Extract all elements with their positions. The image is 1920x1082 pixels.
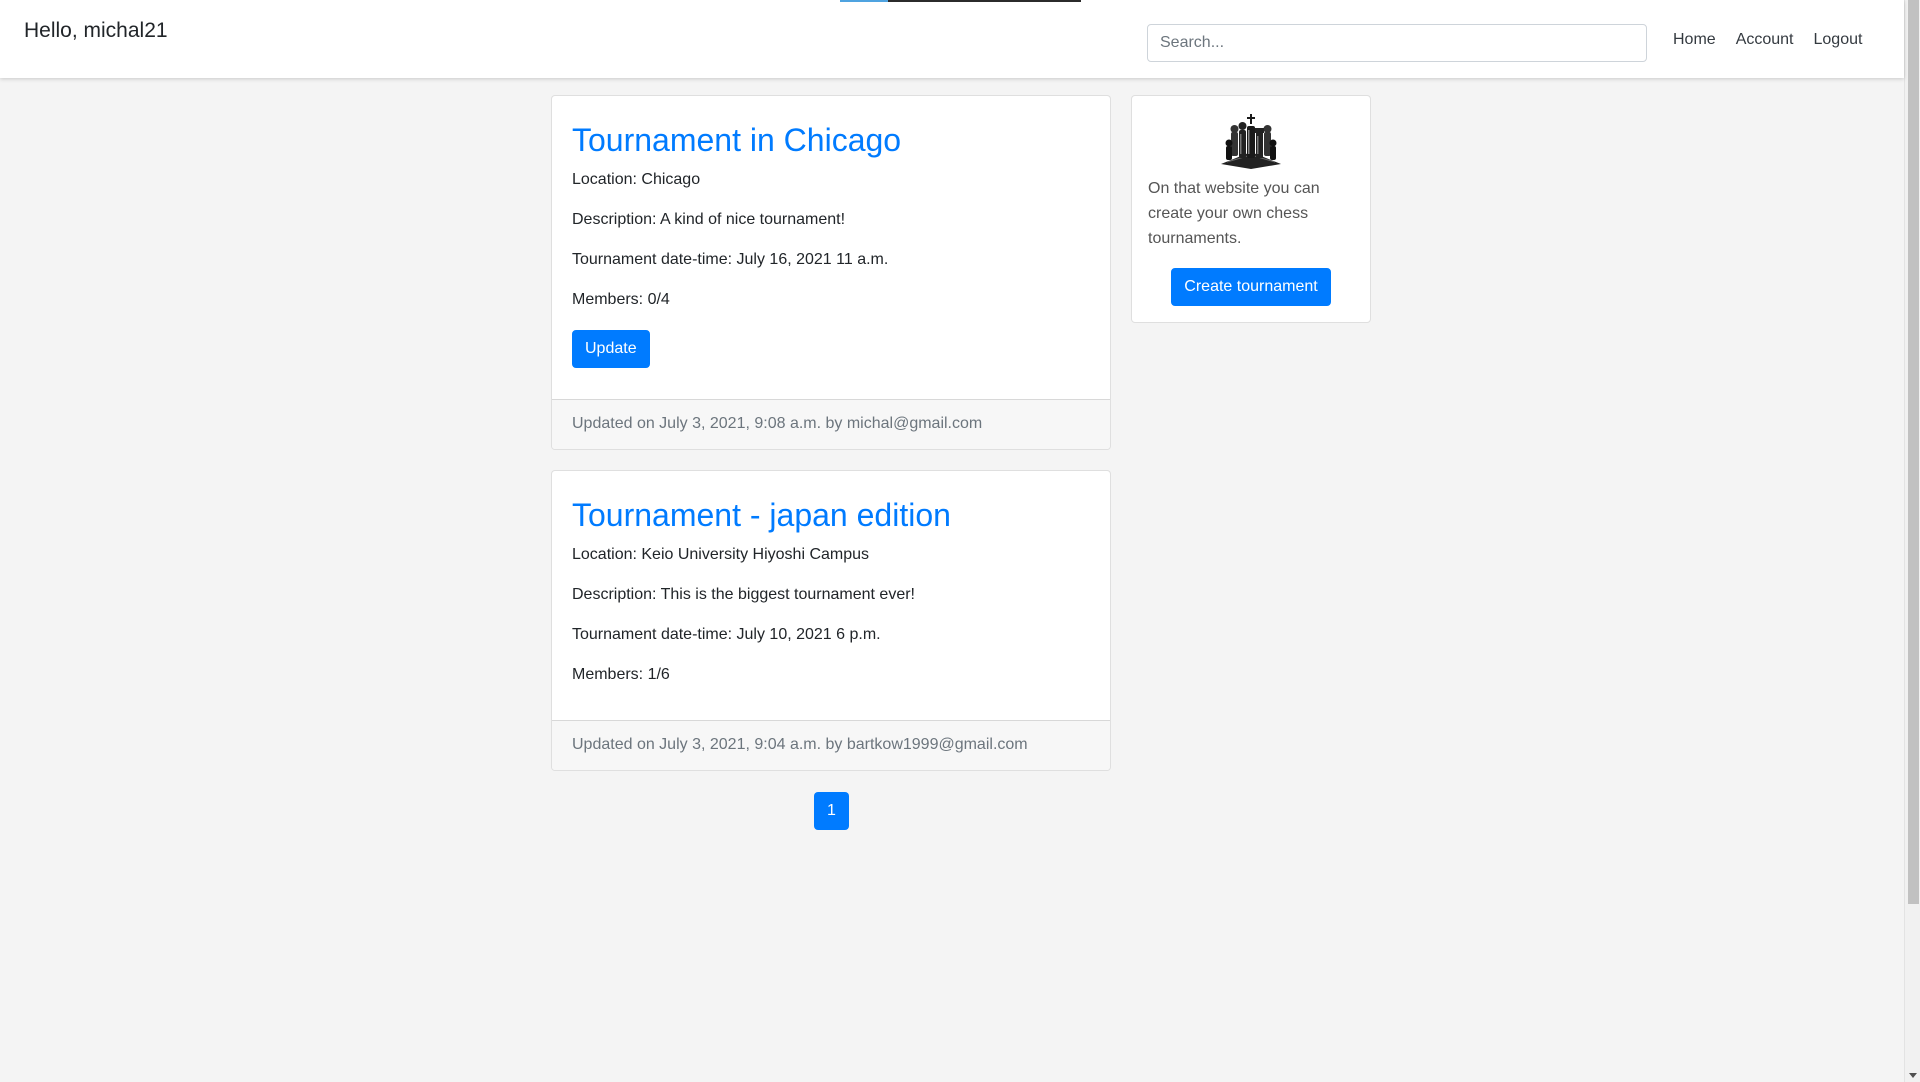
search-input[interactable] — [1147, 24, 1647, 62]
top-navbar: Hello, michal21 Home Account Logout — [0, 0, 1904, 78]
tournament-description: Description: This is the biggest tournam… — [572, 586, 915, 603]
sidebar-description: On that website you can create your own … — [1148, 180, 1320, 247]
create-tournament-button[interactable]: Create tournament — [1171, 268, 1331, 306]
tournament-card: Tournament in Chicago Location: Chicago … — [551, 95, 1111, 450]
tournament-card: Tournament - japan edition Location: Kei… — [551, 470, 1111, 771]
scrollbar-thumb[interactable] — [1908, 0, 1919, 904]
greeting-text: Hello, michal21 — [24, 19, 168, 42]
card-footer-updated: Updated on July 3, 2021, 9:08 a.m. by mi… — [552, 399, 1110, 449]
update-button[interactable]: Update — [572, 330, 650, 368]
tournament-members: Members: 1/6 — [572, 666, 670, 683]
tournament-title-link[interactable]: Tournament - japan edition — [572, 497, 1090, 533]
chess-pieces-icon — [1221, 114, 1281, 169]
tournament-location: Location: Chicago — [572, 171, 701, 188]
card-body: Tournament - japan edition Location: Kei… — [552, 471, 1110, 685]
card-footer-updated: Updated on July 3, 2021, 9:04 a.m. by ba… — [552, 720, 1110, 770]
tournament-description: Description: A kind of nice tournament! — [572, 211, 846, 228]
card-body: Tournament in Chicago Location: Chicago … — [552, 96, 1110, 368]
nav-link-account[interactable]: Account — [1726, 30, 1804, 50]
tournament-title-link[interactable]: Tournament in Chicago — [572, 122, 1090, 158]
nav-links: Home Account Logout — [1663, 30, 1872, 50]
pagination-page-button[interactable]: 1 — [814, 792, 849, 830]
nav-link-logout[interactable]: Logout — [1804, 30, 1873, 50]
sidebar-card: On that website you can create your own … — [1131, 95, 1371, 323]
nav-link-home[interactable]: Home — [1663, 30, 1726, 50]
loading-progress-track — [888, 0, 1081, 2]
tournament-datetime: Tournament date-time: July 16, 2021 11 a… — [572, 251, 889, 268]
page-scrollbar[interactable] — [1904, 0, 1920, 1082]
scroll-down-arrow-icon[interactable] — [1909, 1073, 1917, 1078]
tournament-datetime: Tournament date-time: July 10, 2021 6 p.… — [572, 626, 881, 643]
loading-progress-bar — [840, 0, 888, 2]
tournament-location: Location: Keio University Hiyoshi Campus — [572, 546, 870, 563]
tournament-members: Members: 0/4 — [572, 291, 670, 308]
